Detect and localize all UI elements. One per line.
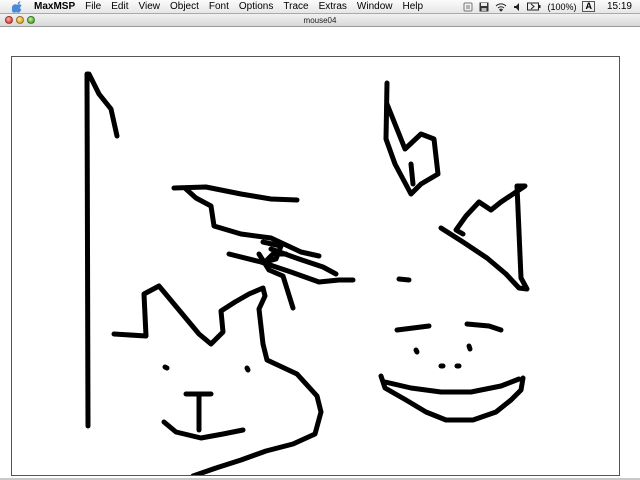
menu-file[interactable]: File <box>80 0 106 14</box>
save-disk-icon[interactable] <box>479 2 489 12</box>
menu-object[interactable]: Object <box>165 0 204 14</box>
menu-extras[interactable]: Extras <box>314 0 352 14</box>
battery-percentage: (100%) <box>547 1 577 12</box>
drawing-stroke <box>86 71 120 139</box>
window-titlebar[interactable]: mouse04 <box>0 14 640 27</box>
volume-icon[interactable] <box>513 2 521 12</box>
patcher-window: mouse04 <box>0 14 640 480</box>
app-menu[interactable]: MaxMSP <box>24 0 80 14</box>
drawing-stroke <box>438 183 530 292</box>
script-menu-icon[interactable] <box>463 2 473 12</box>
drawing-stroke <box>413 347 420 355</box>
status-area: (100%) A 15:19 <box>463 1 640 12</box>
input-menu-label: A <box>585 1 592 11</box>
drawing-stroke <box>162 364 170 371</box>
battery-icon[interactable] <box>527 2 541 11</box>
menu-edit[interactable]: Edit <box>106 0 133 14</box>
mouse-drawing <box>84 71 530 475</box>
apple-menu-icon[interactable] <box>10 0 24 13</box>
drawing-stroke <box>396 276 412 283</box>
drawing-canvas[interactable] <box>11 56 620 476</box>
drawing-stroke <box>378 373 526 423</box>
input-menu-icon[interactable]: A <box>582 1 595 12</box>
menu-view[interactable]: View <box>133 0 165 14</box>
menubar-clock[interactable]: 15:19 <box>601 1 632 12</box>
drawing-stroke <box>161 419 246 441</box>
drawing-stroke <box>111 283 324 475</box>
wifi-icon[interactable] <box>495 2 507 12</box>
drawing-stroke <box>382 376 522 395</box>
drawing-stroke <box>466 343 473 352</box>
drawing-stroke <box>84 71 91 429</box>
menu-trace[interactable]: Trace <box>278 0 313 14</box>
drawing-stroke <box>464 321 504 333</box>
menu-options[interactable]: Options <box>234 0 278 14</box>
drawing-stroke <box>244 365 251 373</box>
menu-help[interactable]: Help <box>398 0 429 14</box>
window-title: mouse04 <box>303 16 337 25</box>
menu-bar: MaxMSP File Edit View Object Font Option… <box>0 0 640 14</box>
drawing-stroke <box>394 323 432 333</box>
menu-font[interactable]: Font <box>204 0 234 14</box>
window-content <box>0 27 640 480</box>
menu-window[interactable]: Window <box>352 0 398 14</box>
drawing-stroke <box>408 161 416 187</box>
